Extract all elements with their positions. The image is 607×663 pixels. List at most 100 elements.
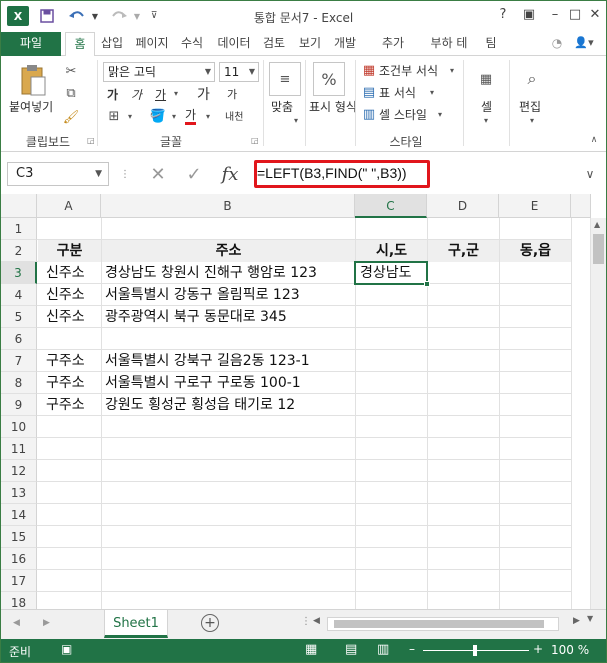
cell-a4[interactable]: 신주소	[43, 284, 85, 306]
expand-formula-bar-icon[interactable]: ∨	[579, 162, 601, 186]
fill-handle[interactable]	[424, 281, 430, 287]
font-launcher-icon[interactable]: ◲	[251, 136, 259, 145]
user-icon[interactable]: ◔	[547, 32, 567, 56]
shrink-font-button[interactable]: 가	[227, 86, 237, 102]
row-header-11[interactable]: 11	[1, 438, 37, 460]
tab-home[interactable]: 홈	[65, 32, 95, 57]
format-as-table-button[interactable]: 표 서식	[379, 84, 416, 101]
chevron-down-icon[interactable]: ▾	[435, 106, 445, 122]
cell-b2[interactable]: 주소	[102, 240, 355, 262]
row-header-10[interactable]: 10	[1, 416, 37, 438]
editing-button[interactable]: 편집	[519, 98, 541, 115]
chevron-down-icon[interactable]: ▾	[427, 84, 437, 100]
tab-page-layout[interactable]: 페이지	[131, 32, 173, 56]
horizontal-scrollbar[interactable]	[327, 617, 559, 631]
normal-view-icon[interactable]: ▦	[305, 642, 317, 657]
cell-styles-icon[interactable]: ▥	[361, 106, 377, 122]
chevron-down-icon[interactable]: ▾	[169, 108, 179, 124]
close-button[interactable]: ✕	[581, 4, 606, 26]
row-header-17[interactable]: 17	[1, 570, 37, 592]
tab-developer[interactable]: 개발	[330, 32, 360, 56]
cut-icon[interactable]: ✂	[61, 62, 81, 80]
alignment-icon[interactable]: ≡	[269, 62, 301, 96]
zoom-level[interactable]: 100 %	[551, 643, 589, 657]
italic-button[interactable]: 가	[131, 86, 142, 103]
row-header-13[interactable]: 13	[1, 482, 37, 504]
zoom-slider-thumb[interactable]	[473, 645, 477, 656]
row-header-5[interactable]: 5	[1, 306, 37, 328]
share-icon[interactable]: 👤▾	[569, 32, 599, 56]
collapse-ribbon-icon[interactable]: ∧	[587, 134, 601, 146]
tab-view[interactable]: 보기	[295, 32, 325, 56]
cell-b5[interactable]: 광주광역시 북구 동문대로 345	[102, 306, 287, 328]
grow-font-button[interactable]: 가	[197, 84, 210, 104]
scroll-down-icon[interactable]: ▼	[587, 614, 593, 623]
column-header-c[interactable]: C	[355, 194, 427, 218]
font-size-combo[interactable]: 11 ▼	[219, 62, 259, 82]
cells-icon[interactable]: ▦	[471, 62, 501, 96]
page-break-view-icon[interactable]: ▥	[377, 642, 389, 657]
cell-a8[interactable]: 구주소	[43, 372, 85, 394]
next-sheet-icon[interactable]: ▶	[43, 618, 50, 628]
row-header-2[interactable]: 2	[1, 240, 37, 262]
cell-a7[interactable]: 구주소	[43, 350, 85, 372]
chevron-down-icon[interactable]: ▾	[527, 114, 537, 126]
fill-color-icon[interactable]: 🪣	[149, 108, 167, 124]
enter-formula-button[interactable]: ✓	[179, 162, 209, 186]
scroll-left-icon[interactable]: ◀	[313, 616, 320, 626]
help-button[interactable]: ?	[489, 4, 517, 26]
zoom-out-button[interactable]: –	[409, 642, 415, 656]
tab-load-test[interactable]: 부하 테	[425, 32, 473, 56]
column-header-e[interactable]: E	[499, 194, 571, 218]
worksheet-grid[interactable]: A B C D E 1 2 3 4 5 6 7 8 9 10 11 12 13 …	[1, 194, 606, 609]
row-header-9[interactable]: 9	[1, 394, 37, 416]
alignment-button[interactable]: 맞춤	[271, 98, 293, 115]
row-header-4[interactable]: 4	[1, 284, 37, 306]
font-name-combo[interactable]: 맑은 고딕 ▼	[103, 62, 215, 82]
row-header-16[interactable]: 16	[1, 548, 37, 570]
cell-b3[interactable]: 경상남도 창원시 진해구 행암로 123	[102, 262, 317, 284]
scrollbar-thumb[interactable]	[593, 234, 604, 264]
row-header-15[interactable]: 15	[1, 526, 37, 548]
chevron-down-icon[interactable]: ▾	[203, 108, 213, 124]
page-layout-view-icon[interactable]: ▤	[345, 642, 357, 657]
cell-b4[interactable]: 서울특별시 강동구 올림픽로 123	[102, 284, 300, 306]
tab-team[interactable]: 팀	[479, 32, 503, 56]
cell-b8[interactable]: 서울특별시 구로구 구로동 100-1	[102, 372, 301, 394]
clipboard-launcher-icon[interactable]: ◲	[87, 136, 95, 145]
row-header-12[interactable]: 12	[1, 460, 37, 482]
cell-styles-button[interactable]: 셀 스타일	[379, 106, 427, 123]
chevron-down-icon[interactable]: ▾	[125, 108, 135, 124]
row-header-6[interactable]: 6	[1, 328, 37, 350]
scroll-right-icon[interactable]: ▶	[573, 616, 580, 626]
row-header-14[interactable]: 14	[1, 504, 37, 526]
cell-a3[interactable]: 신주소	[43, 262, 85, 284]
tab-formulas[interactable]: 수식	[177, 32, 207, 56]
cell-a5[interactable]: 신주소	[43, 306, 85, 328]
format-painter-icon[interactable]: 🖌	[61, 108, 81, 126]
cell-a2[interactable]: 구분	[38, 240, 101, 262]
phonetic-button[interactable]: 내천	[225, 108, 243, 123]
formula-bar-grip-icon[interactable]: ⋮	[119, 162, 131, 186]
macro-record-icon[interactable]: ▣	[61, 642, 72, 656]
chevron-down-icon[interactable]: ▾	[291, 114, 301, 126]
chevron-down-icon[interactable]: ▾	[447, 62, 457, 78]
cell-c2[interactable]: 시,도	[356, 240, 427, 262]
underline-button[interactable]: 가	[155, 86, 166, 103]
column-header-f[interactable]	[571, 194, 591, 218]
insert-function-button[interactable]: fx	[215, 162, 245, 186]
add-sheet-button[interactable]: +	[201, 614, 219, 632]
chevron-down-icon[interactable]: ▾	[481, 114, 491, 126]
paste-button[interactable]: 붙여넣기	[9, 98, 53, 115]
vertical-scrollbar[interactable]: ▲	[590, 218, 606, 609]
select-all-corner[interactable]	[1, 194, 37, 218]
zoom-in-button[interactable]: +	[533, 642, 543, 656]
row-header-1[interactable]: 1	[1, 218, 37, 240]
column-header-a[interactable]: A	[37, 194, 101, 218]
row-header-18[interactable]: 18	[1, 592, 37, 609]
name-box[interactable]: C3 ▼	[7, 162, 109, 186]
bold-button[interactable]: 가	[107, 86, 118, 103]
row-header-7[interactable]: 7	[1, 350, 37, 372]
conditional-formatting-icon[interactable]: ▦	[361, 62, 377, 78]
cell-d2[interactable]: 구,군	[428, 240, 499, 262]
